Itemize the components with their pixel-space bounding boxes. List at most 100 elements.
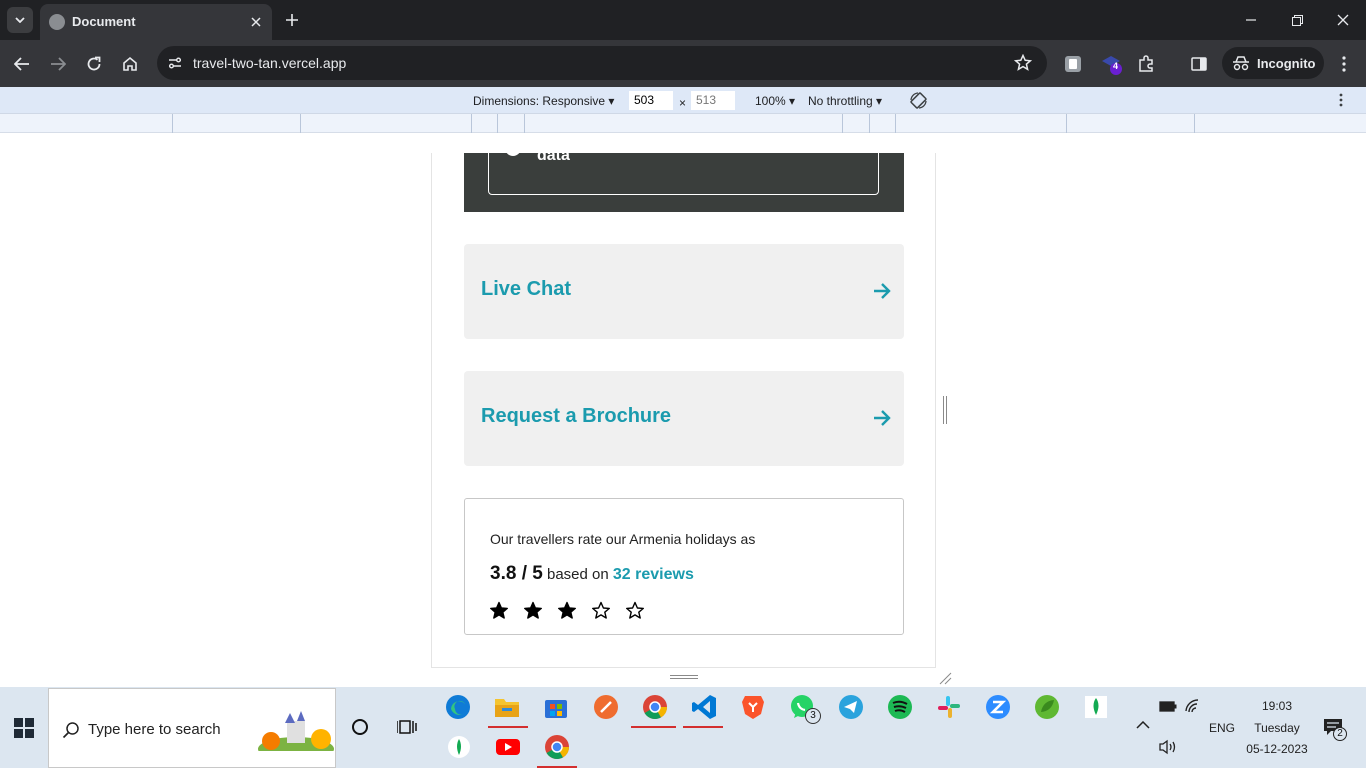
- rotate-button[interactable]: [909, 91, 928, 110]
- back-button[interactable]: [10, 52, 34, 76]
- request-brochure-link[interactable]: Request a Brochure: [464, 371, 904, 466]
- taskbar-search[interactable]: Type here to search: [48, 688, 336, 768]
- start-button[interactable]: [14, 718, 34, 738]
- viewport-resize-handle-bottom[interactable]: [670, 674, 698, 680]
- mongodb-leaf-icon: [448, 736, 470, 758]
- notifications-button[interactable]: 2: [1323, 717, 1347, 741]
- task-view-button[interactable]: [397, 717, 417, 737]
- clock[interactable]: 19:03 Tuesday 05-12-2023: [1244, 699, 1310, 756]
- breakpoint-marker: [869, 114, 870, 133]
- active-app-indicator: [683, 726, 723, 728]
- youtube-app[interactable]: [493, 732, 523, 762]
- breakpoint-marker: [524, 114, 525, 133]
- breakpoint-marker: [842, 114, 843, 133]
- telegram-app[interactable]: [836, 692, 866, 722]
- viewport-resize-handle-right[interactable]: [942, 396, 948, 424]
- mongodb-compass-app[interactable]: [1081, 692, 1111, 722]
- more-vertical-icon: [1339, 93, 1343, 107]
- spring-tools-app[interactable]: [1032, 692, 1062, 722]
- breakpoint-marker: [497, 114, 498, 133]
- microsoft-store-app[interactable]: [541, 692, 571, 722]
- width-input[interactable]: 503: [629, 91, 673, 110]
- reviews-link[interactable]: 32 reviews: [613, 566, 694, 583]
- slack-icon: [938, 696, 960, 718]
- address-bar[interactable]: travel-two-tan.vercel.app: [157, 46, 1047, 80]
- extensions-button[interactable]: [1134, 52, 1158, 76]
- browser-tab-strip: Document: [0, 0, 1366, 40]
- clock-day: Tuesday: [1254, 721, 1300, 735]
- home-button[interactable]: [118, 52, 142, 76]
- clock-date: 05-12-2023: [1246, 742, 1308, 756]
- minimize-icon: [1246, 19, 1256, 21]
- dimensions-select[interactable]: Dimensions: Responsive ▾: [473, 94, 614, 108]
- language-indicator[interactable]: ENG: [1209, 721, 1235, 735]
- whatsapp-badge: 3: [805, 708, 821, 724]
- side-panel-button[interactable]: [1187, 52, 1211, 76]
- zoom-select[interactable]: 100% ▾: [755, 94, 795, 108]
- reload-icon: [87, 56, 101, 71]
- cortana-circle-icon: [352, 719, 368, 735]
- battery-status[interactable]: [1159, 700, 1177, 712]
- wifi-status[interactable]: [1184, 699, 1202, 713]
- brave-lion-icon: [742, 696, 764, 719]
- spring-leaf-icon: [1035, 695, 1059, 719]
- volume-control[interactable]: [1158, 739, 1178, 755]
- edge-app[interactable]: [443, 692, 473, 722]
- chrome-profile-app[interactable]: [542, 732, 572, 762]
- forward-button[interactable]: [46, 52, 70, 76]
- incognito-label: Incognito: [1257, 55, 1316, 71]
- star-filled-icon: [558, 601, 576, 619]
- show-hidden-icons-button[interactable]: [1136, 721, 1150, 729]
- mongodb-leaf-icon: [1085, 696, 1107, 718]
- search-icon: [62, 722, 79, 739]
- browser-tab[interactable]: Document: [40, 4, 272, 40]
- whatsapp-app[interactable]: 3: [787, 692, 821, 724]
- file-explorer-app[interactable]: [492, 692, 522, 722]
- arrow-right-icon: [874, 283, 891, 299]
- puzzle-icon: [1139, 55, 1153, 72]
- windows-taskbar: Type here to search 3 ENG 19:03 Tuesday …: [0, 687, 1366, 768]
- live-chat-link[interactable]: Live Chat: [464, 244, 904, 339]
- zoom-app[interactable]: [983, 692, 1013, 722]
- arrow-right-icon: [51, 57, 66, 71]
- slack-app[interactable]: [934, 692, 964, 722]
- breakpoint-marker: [471, 114, 472, 133]
- breakpoint-marker: [895, 114, 896, 133]
- extension-image-button[interactable]: [1061, 52, 1085, 76]
- spotify-app[interactable]: [885, 692, 915, 722]
- browser-toolbar: travel-two-tan.vercel.app 4 Incognito: [0, 40, 1366, 87]
- throttling-select[interactable]: No throttling ▾: [808, 94, 882, 108]
- site-info-icon[interactable]: [167, 55, 183, 71]
- browser-menu-button[interactable]: [1332, 52, 1356, 76]
- brave-app[interactable]: [738, 692, 768, 722]
- side-panel-icon: [1191, 57, 1207, 71]
- reload-button[interactable]: [82, 52, 106, 76]
- home-icon: [123, 56, 137, 71]
- incognito-indicator[interactable]: Incognito: [1222, 47, 1324, 79]
- search-placeholder: Type here to search: [88, 721, 221, 738]
- request-brochure-label: Request a Brochure: [481, 405, 672, 427]
- rating-intro: Our travellers rate our Armenia holidays…: [490, 531, 756, 547]
- media-query-bar[interactable]: [0, 114, 1366, 133]
- rating-score: 3.8 / 5: [490, 563, 543, 584]
- close-window-button[interactable]: [1333, 10, 1353, 30]
- chrome-app[interactable]: [640, 692, 670, 722]
- breakpoint-marker: [300, 114, 301, 133]
- mongodb-app[interactable]: [444, 732, 474, 762]
- postman-app[interactable]: [591, 692, 621, 722]
- device-menu-button[interactable]: [1339, 93, 1343, 107]
- extension-badge-button[interactable]: 4: [1099, 52, 1123, 76]
- tab-title: Document: [72, 14, 136, 29]
- cortana-button[interactable]: [350, 717, 370, 737]
- globe-icon: [49, 14, 65, 30]
- tab-search-button[interactable]: [7, 7, 33, 33]
- restore-button[interactable]: [1287, 10, 1307, 30]
- tab-close-button[interactable]: [246, 12, 266, 32]
- new-tab-button[interactable]: [282, 10, 302, 30]
- height-input[interactable]: 513: [691, 91, 735, 110]
- viewport-resize-handle-corner[interactable]: [938, 671, 952, 685]
- plus-icon: [286, 14, 298, 26]
- vscode-app[interactable]: [689, 692, 719, 722]
- minimize-button[interactable]: [1241, 10, 1261, 30]
- bookmark-star-icon[interactable]: [1014, 54, 1032, 72]
